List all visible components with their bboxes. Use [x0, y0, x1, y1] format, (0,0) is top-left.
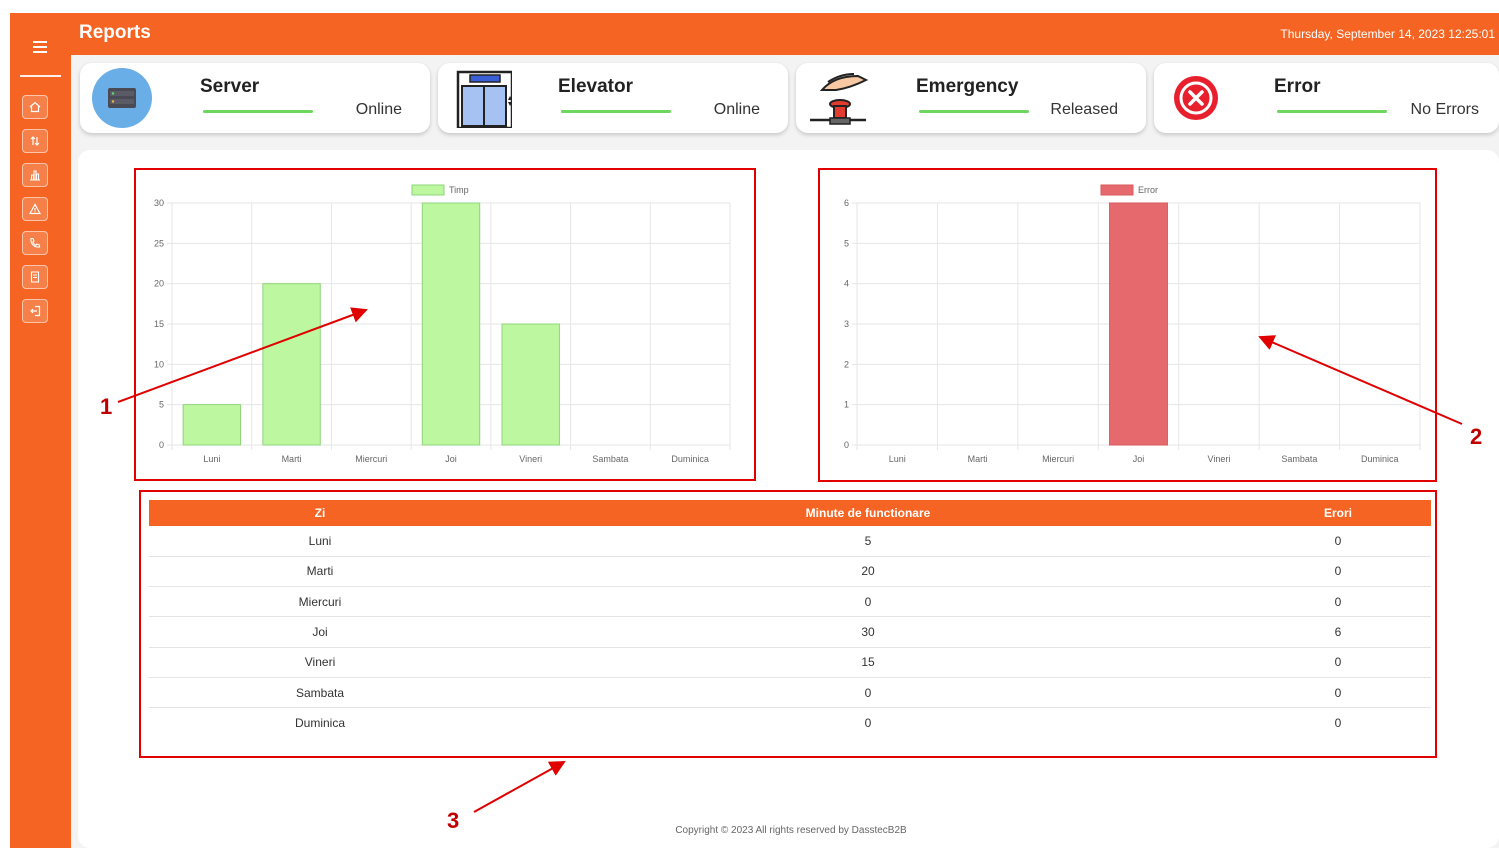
footer-copyright: Copyright © 2023 All rights reserved by …: [675, 825, 907, 836]
annotation-box-3: [139, 490, 1437, 758]
annotation-label-2: 2: [1470, 424, 1483, 449]
annotation-box-2: [818, 168, 1437, 482]
annotation-label-3: 3: [447, 808, 460, 833]
annotation-label-1: 1: [100, 394, 113, 419]
annotation-box-1: [134, 168, 756, 481]
reports-page: Reports Thursday, September 14, 2023 12:…: [0, 0, 1499, 848]
